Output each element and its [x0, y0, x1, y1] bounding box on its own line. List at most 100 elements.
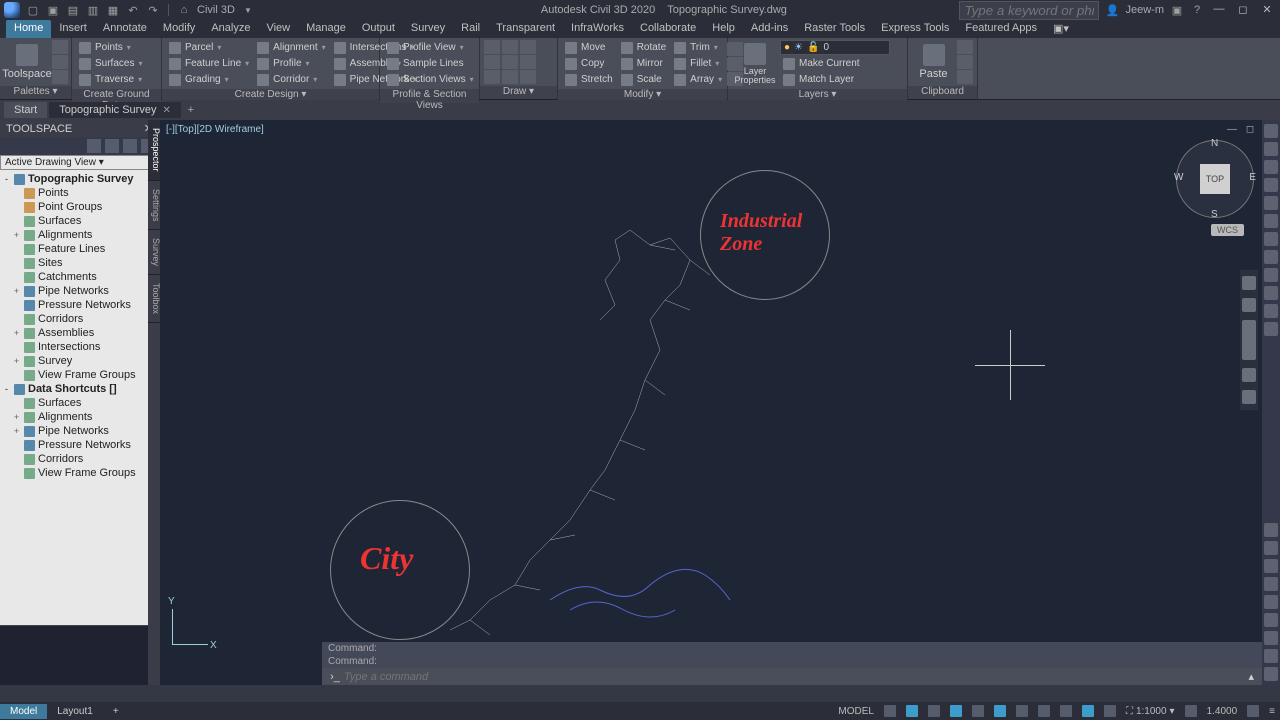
qat-undo-icon[interactable]: ↶ [126, 3, 140, 17]
tree-surfaces[interactable]: Surfaces [0, 214, 159, 228]
window-minimize-icon[interactable]: — [1210, 3, 1228, 17]
rotate-button[interactable]: Rotate [618, 40, 669, 55]
toolspace-button[interactable]: Toolspace [4, 40, 50, 84]
point-icon[interactable] [520, 70, 536, 84]
doc-tab-close-icon[interactable]: ✕ [162, 105, 170, 116]
panel-palettes-title[interactable]: Palettes ▾ [0, 86, 71, 99]
exchange-icon[interactable]: ▣ [1170, 3, 1184, 17]
doc-tab-add-icon[interactable]: + [183, 104, 199, 116]
tab-add-layout-icon[interactable]: + [103, 704, 129, 719]
tab-overflow-icon[interactable]: ▣▾ [1045, 20, 1077, 38]
grading-button[interactable]: Grading▾ [166, 72, 252, 87]
status-transparency-icon[interactable] [1055, 705, 1077, 717]
tree-view-frame-groups[interactable]: View Frame Groups [0, 466, 159, 480]
nav-zoom-icon[interactable] [1242, 320, 1256, 360]
tree-topographic-survey[interactable]: -Topographic Survey [0, 172, 159, 186]
palette-c-icon[interactable] [52, 70, 68, 84]
status-decimal[interactable]: 1.4000 [1202, 706, 1243, 717]
model-viewport[interactable]: [-][Top][2D Wireframe] — ◻ ✕ Industrial … [160, 120, 1280, 685]
tree-view-frame-groups[interactable]: View Frame Groups [0, 368, 159, 382]
status-iso-icon[interactable] [967, 705, 989, 717]
ts-tool-b-icon[interactable] [105, 139, 119, 153]
tree-catchments[interactable]: Catchments [0, 270, 159, 284]
toolspace-title-bar[interactable]: TOOLSPACE ✕ [0, 120, 159, 137]
nav-fullnav-icon[interactable] [1242, 276, 1256, 290]
alignment-button[interactable]: Alignment▾ [254, 40, 328, 55]
nav-orbit-icon[interactable] [1242, 368, 1256, 382]
prospector-tree[interactable]: -Topographic Survey Points Point Groups … [0, 170, 159, 625]
tree-feature-lines[interactable]: Feature Lines [0, 242, 159, 256]
traverse-button[interactable]: Traverse▾ [76, 72, 145, 87]
viewcube-n[interactable]: N [1211, 138, 1218, 149]
qat-save-icon[interactable]: ▤ [66, 3, 80, 17]
rt-icon-6[interactable] [1264, 214, 1278, 228]
doc-tab-start[interactable]: Start [4, 102, 47, 118]
palette-b-icon[interactable] [52, 55, 68, 69]
pasteopt-icon[interactable] [957, 70, 973, 84]
paste-button[interactable]: Paste [912, 40, 955, 84]
qat-saveas-icon[interactable]: ▥ [86, 3, 100, 17]
tab-layout1[interactable]: Layout1 [47, 704, 103, 719]
ts-tool-c-icon[interactable] [123, 139, 137, 153]
viewport-label[interactable]: [-][Top][2D Wireframe] [166, 124, 264, 135]
rt-icon-4[interactable] [1264, 178, 1278, 192]
rt-icon-12[interactable] [1264, 322, 1278, 336]
tab-analyze[interactable]: Analyze [203, 20, 258, 38]
palette-a-icon[interactable] [52, 40, 68, 54]
qat-open-icon[interactable]: ▣ [46, 3, 60, 17]
tab-infraworks[interactable]: InfraWorks [563, 20, 632, 38]
status-grid-icon[interactable] [879, 705, 901, 717]
parcel-button[interactable]: Parcel▾ [166, 40, 252, 55]
viewcube-top-face[interactable]: TOP [1200, 164, 1230, 194]
tree-pressure-networks[interactable]: Pressure Networks [0, 298, 159, 312]
rt-icon-10[interactable] [1264, 286, 1278, 300]
rt-icon-3[interactable] [1264, 160, 1278, 174]
qat-new-icon[interactable]: ▢ [26, 3, 40, 17]
panel-draw-title[interactable]: Draw ▾ [480, 86, 557, 99]
help-search-input[interactable] [959, 1, 1099, 20]
viewcube-e[interactable]: E [1249, 172, 1256, 183]
vp-min-icon[interactable]: — [1226, 124, 1238, 136]
tree-pipe-networks[interactable]: +Pipe Networks [0, 424, 159, 438]
tree-intersections[interactable]: Intersections [0, 340, 159, 354]
sectionviews-button[interactable]: Section Views▾ [384, 72, 477, 87]
move-button[interactable]: Move [562, 40, 616, 55]
tree-pressure-networks[interactable]: Pressure Networks [0, 438, 159, 452]
tree-alignments[interactable]: +Alignments [0, 410, 159, 424]
tab-featured[interactable]: Featured Apps [957, 20, 1045, 38]
mirror-button[interactable]: Mirror [618, 56, 669, 71]
status-qv-icon[interactable] [1099, 705, 1121, 717]
status-annoscale[interactable]: ⛶ 1:1000 ▾ [1121, 706, 1180, 717]
rt-icon-13[interactable] [1264, 523, 1278, 537]
status-osnap-icon[interactable] [989, 705, 1011, 717]
circle-icon[interactable] [484, 70, 500, 84]
tab-transparent[interactable]: Transparent [488, 20, 563, 38]
status-polar-icon[interactable] [945, 705, 967, 717]
rt-icon-21[interactable] [1264, 667, 1278, 681]
polyline-icon[interactable] [484, 55, 500, 69]
vp-max-icon[interactable]: ◻ [1244, 124, 1256, 136]
panel-modify-title[interactable]: Modify ▾ [558, 89, 727, 100]
app-logo[interactable] [4, 2, 20, 18]
tab-output[interactable]: Output [354, 20, 403, 38]
tab-addins[interactable]: Add-ins [743, 20, 796, 38]
points-button[interactable]: Points▾ [76, 40, 145, 55]
tree-data-shortcuts-[interactable]: -Data Shortcuts [] [0, 382, 159, 396]
tab-express[interactable]: Express Tools [873, 20, 957, 38]
ts-tool-a-icon[interactable] [87, 139, 101, 153]
cut-icon[interactable] [957, 40, 973, 54]
spline-icon[interactable] [520, 40, 536, 54]
status-sc-icon[interactable] [1077, 705, 1099, 717]
rt-icon-2[interactable] [1264, 142, 1278, 156]
panel-layers-title[interactable]: Layers ▾ [728, 89, 907, 100]
tab-view[interactable]: View [258, 20, 298, 38]
cmd-input[interactable] [344, 671, 1244, 683]
surfaces-button[interactable]: Surfaces▾ [76, 56, 145, 71]
status-3dosnap-icon[interactable] [1011, 705, 1033, 717]
array-button[interactable]: Array▾ [671, 72, 725, 87]
scale-button[interactable]: Scale [618, 72, 669, 87]
status-gear-icon[interactable] [1180, 705, 1202, 717]
suite-dropdown-icon[interactable]: ▼ [241, 3, 255, 17]
hatch-icon[interactable] [520, 55, 536, 69]
toolspace-view-select[interactable]: Active Drawing View ▾ [0, 155, 159, 170]
